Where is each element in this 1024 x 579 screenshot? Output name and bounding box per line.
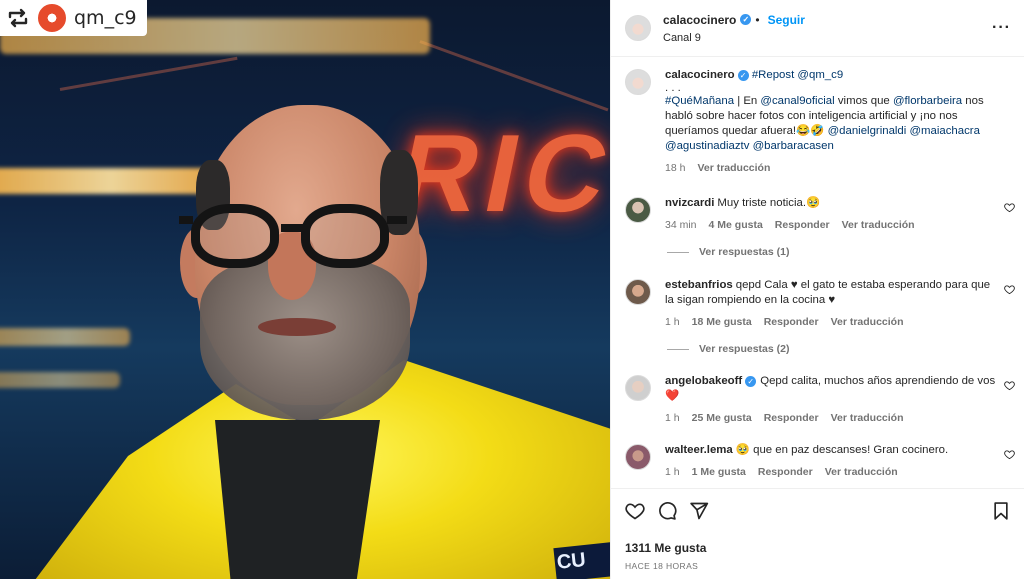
translate-link[interactable]: Ver traducción: [825, 465, 898, 480]
comment-time[interactable]: 1 h: [665, 315, 680, 330]
share-send-icon[interactable]: [689, 501, 709, 521]
post-time-ago[interactable]: HACE 18 HORAS: [625, 561, 1011, 571]
caption-text: | En: [734, 95, 761, 107]
caption-text: vimos que: [834, 95, 893, 107]
commenter-avatar[interactable]: [625, 279, 651, 305]
commenter-avatar[interactable]: [625, 197, 651, 223]
author-username[interactable]: calacocinero: [663, 13, 736, 27]
more-dots-icon[interactable]: ···: [992, 19, 1011, 37]
translate-link[interactable]: Ver traducción: [697, 161, 770, 176]
reply-button[interactable]: Responder: [764, 411, 819, 426]
view-replies-label[interactable]: Ver respuestas (1): [699, 246, 789, 258]
commenter-avatar[interactable]: [625, 444, 651, 470]
author-subtitle[interactable]: Canal 9: [663, 32, 992, 44]
translate-link[interactable]: Ver traducción: [831, 315, 904, 330]
post-actions: 1311 Me gusta HACE 18 HORAS: [611, 488, 1024, 579]
comment-row: nvizcardi Muy triste noticia.🥹 34 min 4 M…: [625, 196, 1015, 233]
glasses: [179, 200, 407, 270]
mouth: [258, 318, 336, 336]
like-comment-heart-icon[interactable]: [1004, 284, 1015, 295]
comments-list[interactable]: calacocinero ✓ #Repost @qm_c9 . . . #QuéM…: [611, 58, 1024, 488]
reply-button[interactable]: Responder: [764, 315, 819, 330]
comment-username[interactable]: angelobakeoff: [665, 375, 742, 387]
repost-hashtag-link[interactable]: #Repost @qm_c9: [752, 69, 843, 81]
follow-button[interactable]: Seguir: [768, 13, 805, 27]
mention-link[interactable]: @agustinadiaztv: [665, 140, 749, 152]
mention-link[interactable]: @canal9oficial: [760, 95, 834, 107]
mention-link[interactable]: @florbarbeira: [893, 95, 962, 107]
likes-count[interactable]: 1311 Me gusta: [625, 541, 1011, 555]
caption-time[interactable]: 18 h: [665, 161, 685, 176]
comment-row: estebanfrios qepd Cala ♥ el gato te estab…: [625, 278, 1015, 330]
reply-button[interactable]: Responder: [758, 465, 813, 480]
comment-bubble-icon[interactable]: [657, 501, 677, 521]
comment-username[interactable]: estebanfrios: [665, 279, 733, 291]
author-avatar[interactable]: [625, 15, 651, 41]
neon-sign: RIC: [386, 112, 610, 235]
comment-time[interactable]: 1 h: [665, 411, 680, 426]
neon-line: [419, 40, 609, 112]
mention-link[interactable]: @maiachacra: [909, 125, 979, 137]
commenter-avatar[interactable]: [625, 375, 651, 401]
comment-row: angelobakeoff ✓ Qepd calita, muchos años a…: [625, 374, 1015, 426]
comment-time[interactable]: 34 min: [665, 218, 697, 233]
replies-dash: [667, 348, 689, 350]
caption-username[interactable]: calacocinero: [665, 69, 735, 81]
view-replies[interactable]: Ver respuestas (1): [667, 246, 789, 258]
like-comment-heart-icon[interactable]: [1004, 449, 1015, 460]
like-comment-heart-icon[interactable]: [1004, 202, 1015, 213]
comment-text: Muy triste noticia.🥹: [717, 197, 821, 209]
author-avatar[interactable]: [625, 69, 651, 95]
comment-text: 🥹 que en paz descanses! Gran cocinero.: [735, 444, 949, 456]
replies-dash: [667, 251, 689, 253]
translate-link[interactable]: Ver traducción: [842, 218, 915, 233]
verified-icon: ✓: [745, 376, 757, 387]
neon-light-left: [0, 168, 210, 194]
translate-link[interactable]: Ver traducción: [831, 411, 904, 426]
neon-light-left-low: [0, 372, 120, 388]
repost-icon: [8, 8, 28, 28]
hashtag-link[interactable]: #QuéMañana: [665, 95, 734, 107]
jacket-logo: CU: [553, 541, 610, 579]
reply-button[interactable]: Responder: [775, 218, 830, 233]
repost-badge[interactable]: qm_c9: [0, 0, 147, 36]
post-side-panel: calacocinero ✓ • Seguir Canal 9 ··· cala…: [610, 0, 1024, 579]
comment-likes[interactable]: 25 Me gusta: [692, 411, 752, 426]
like-heart-icon[interactable]: [625, 501, 645, 521]
mention-link[interactable]: @danielgrinaldi: [828, 125, 907, 137]
repost-username[interactable]: qm_c9: [74, 7, 137, 29]
caption: calacocinero ✓ #Repost @qm_c9 . . . #QuéM…: [625, 68, 1015, 176]
save-bookmark-icon[interactable]: [991, 501, 1011, 521]
view-replies-label[interactable]: Ver respuestas (2): [699, 343, 789, 355]
comment-row: walteer.lema 🥹 que en paz descanses! Gran…: [625, 443, 1015, 480]
neon-light-left-low: [0, 328, 130, 346]
verified-icon: ✓: [740, 14, 752, 25]
view-replies[interactable]: Ver respuestas (2): [667, 343, 789, 355]
caption-dots: . . .: [665, 82, 681, 94]
verified-icon: ✓: [737, 70, 749, 81]
post-image[interactable]: RIC CU qm_c9: [0, 0, 610, 579]
comment-likes[interactable]: 18 Me gusta: [692, 315, 752, 330]
post-header: calacocinero ✓ • Seguir Canal 9 ···: [611, 0, 1024, 57]
comment-username[interactable]: nvizcardi: [665, 197, 714, 209]
like-comment-heart-icon[interactable]: [1004, 380, 1015, 391]
comment-time[interactable]: 1 h: [665, 465, 680, 480]
comment-likes[interactable]: 4 Me gusta: [709, 218, 763, 233]
repost-avatar[interactable]: [38, 4, 66, 32]
dark-shirt: [215, 420, 380, 579]
comment-likes[interactable]: 1 Me gusta: [692, 465, 746, 480]
mention-link[interactable]: @barbaracasen: [753, 140, 834, 152]
comment-username[interactable]: walteer.lema: [665, 444, 733, 456]
neon-line: [59, 56, 238, 91]
separator-dot: •: [755, 12, 760, 27]
